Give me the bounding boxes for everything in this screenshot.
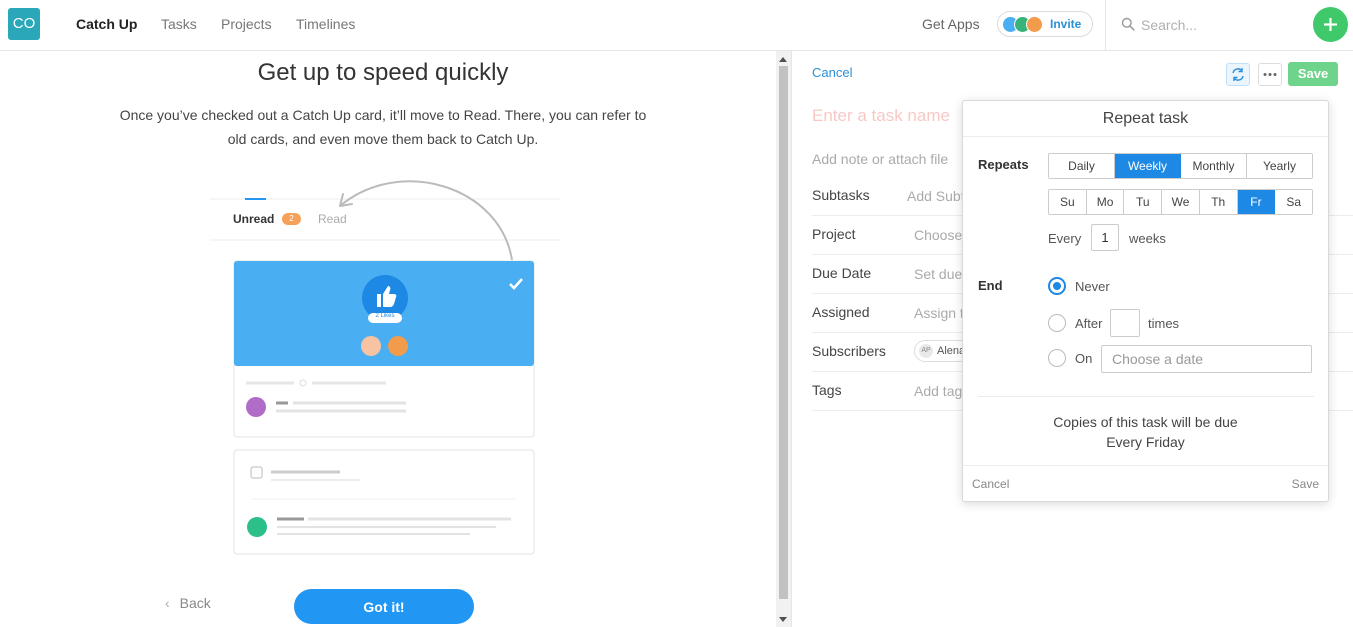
repeat-summary-line1: Copies of this task will be due [1053,414,1238,430]
cancel-task-button[interactable]: Cancel [812,65,852,80]
chevron-left-icon: ‹ [165,595,170,611]
weekday-selector: Su Mo Tu We Th Fr Sa [1048,189,1313,215]
repeat-icon [1232,68,1244,81]
onboarding-panel: Get up to speed quickly Once you’ve chec… [0,51,776,627]
add-tags-input[interactable]: Add tags [914,383,969,399]
catch-up-illustration [210,180,560,555]
occurrences-unit-label: times [1148,316,1180,331]
frequency-daily[interactable]: Daily [1049,154,1115,178]
popover-divider [978,396,1314,397]
occurrences-input[interactable] [1110,309,1140,337]
search-icon [1121,17,1135,31]
end-after-radio[interactable] [1048,314,1066,332]
day-wednesday[interactable]: We [1162,190,1200,214]
repeat-summary-line2: Every Friday [1106,434,1185,450]
day-friday[interactable]: Fr [1237,190,1276,214]
repeat-button[interactable] [1226,63,1250,86]
invite-label: Invite [1050,17,1082,31]
field-label: Due Date [812,265,872,281]
end-on-label: On [1075,351,1093,366]
day-sunday[interactable]: Su [1049,190,1087,214]
end-never-radio[interactable] [1048,277,1066,295]
header-divider [1105,0,1106,50]
end-date-input[interactable] [1101,345,1312,373]
field-label: Assigned [812,304,870,320]
popover-footer: Cancel Save [963,465,1328,501]
nav-catch-up[interactable]: Catch Up [76,16,137,32]
repeat-cancel-button[interactable]: Cancel [972,477,1009,491]
scroll-down-arrow-icon[interactable] [779,617,787,622]
get-apps-link[interactable]: Get Apps [922,16,980,32]
unread-count-badge: 2 [282,213,301,225]
field-label: Subscribers [812,343,886,359]
field-label: Tags [812,382,842,398]
end-after-label: After [1075,316,1103,331]
onboarding-title: Get up to speed quickly [257,59,509,86]
field-label: Project [812,226,856,242]
task-name-input[interactable] [812,106,972,126]
popover-title: Repeat task [963,101,1328,137]
end-never-label: Never [1075,279,1110,294]
day-saturday[interactable]: Sa [1275,190,1312,214]
scroll-up-arrow-icon[interactable] [779,57,787,62]
workspace-logo[interactable]: CO [8,8,40,40]
back-button[interactable]: ‹ Back [165,595,211,611]
add-button[interactable] [1313,7,1348,42]
repeat-task-popover: Repeat task Repeats Daily Weekly Monthly… [962,100,1329,502]
frequency-weekly[interactable]: Weekly [1115,154,1181,178]
day-thursday[interactable]: Th [1199,190,1238,214]
nav-tasks[interactable]: Tasks [161,16,197,32]
day-monday[interactable]: Mo [1086,190,1125,214]
likes-label: 2 Likes [375,313,395,319]
onboarding-description: Once you’ve checked out a Catch Up card,… [119,107,647,147]
day-tuesday[interactable]: Tu [1124,190,1163,214]
save-task-button[interactable]: Save [1288,62,1338,86]
interval-input[interactable] [1091,224,1119,251]
note-input[interactable]: Add note or attach file [812,151,948,167]
search-input[interactable] [1141,14,1291,36]
scroll-thumb[interactable] [779,66,788,599]
frequency-monthly[interactable]: Monthly [1181,154,1247,178]
member-avatar [1026,16,1043,33]
every-label: Every [1048,231,1082,246]
more-options-button[interactable] [1258,63,1282,86]
subscriber-name: Alena [937,345,966,357]
frequency-selector: Daily Weekly Monthly Yearly [1048,153,1313,179]
back-label: Back [179,595,211,611]
scrollbar[interactable] [776,51,791,627]
interval-unit-label: weeks [1129,231,1166,246]
end-label: End [978,278,1003,293]
nav-projects[interactable]: Projects [221,16,272,32]
nav-timelines[interactable]: Timelines [296,16,355,32]
plus-icon [1324,18,1337,31]
end-on-radio[interactable] [1048,349,1066,367]
top-navigation-bar: CO Catch Up Tasks Projects Timelines Get… [0,0,1353,51]
frequency-yearly[interactable]: Yearly [1247,154,1312,178]
tab-read: Read [318,212,347,226]
invite-button[interactable]: Invite [997,11,1093,37]
field-label: Subtasks [812,187,870,203]
repeat-save-button[interactable]: Save [1292,477,1319,491]
ellipsis-icon [1263,73,1277,76]
repeats-label: Repeats [978,157,1029,172]
got-it-button[interactable]: Got it! [294,589,474,624]
avatar: AP [919,344,933,358]
tab-unread: Unread [233,212,275,226]
